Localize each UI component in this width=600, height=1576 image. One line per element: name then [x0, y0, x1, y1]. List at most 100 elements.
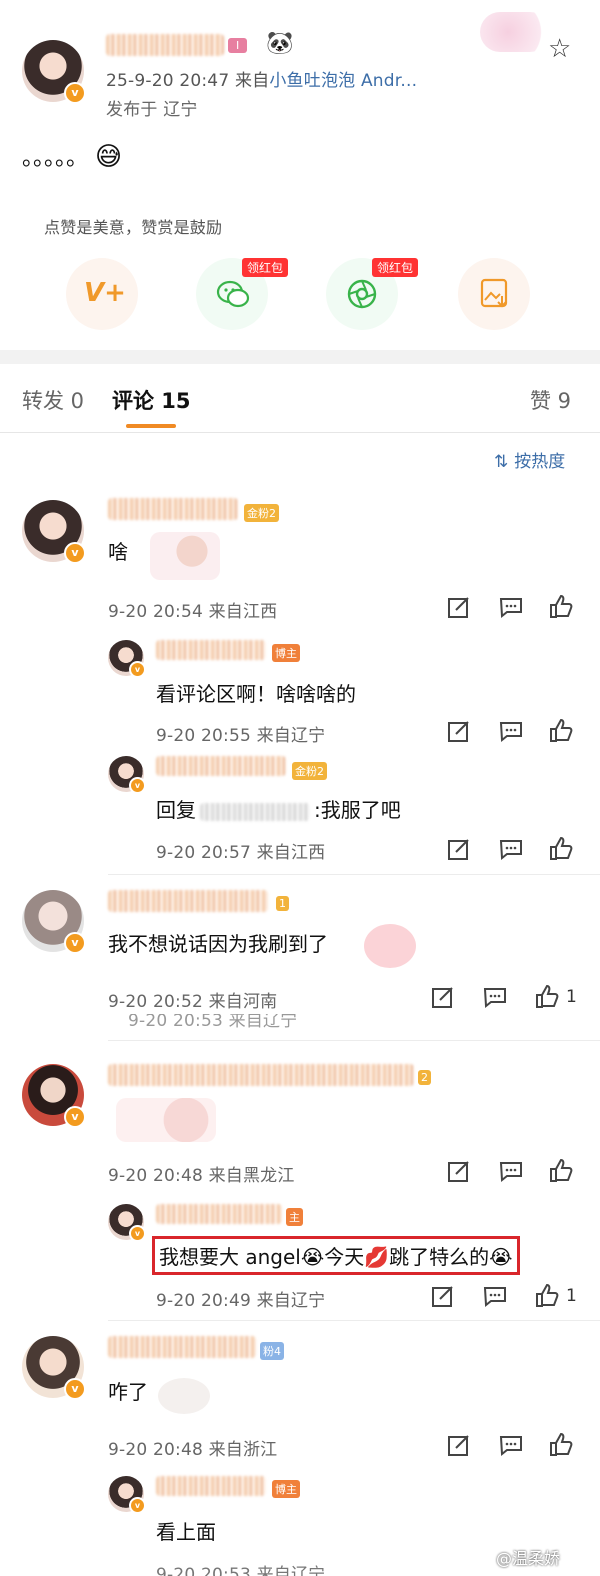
share-icon[interactable]	[446, 836, 472, 862]
post-author-avatar[interactable]: v	[22, 40, 86, 104]
reply-icon[interactable]	[498, 594, 524, 620]
reply-author-name[interactable]	[156, 640, 266, 660]
comment-divider	[108, 1040, 600, 1041]
verified-badge-icon: v	[64, 1106, 86, 1128]
reply-author-name[interactable]	[156, 756, 286, 776]
share-icon[interactable]	[446, 594, 472, 620]
reply-author-name[interactable]	[156, 1476, 266, 1496]
moments-aperture-icon	[347, 279, 377, 309]
pig-sticker	[364, 924, 416, 968]
like-icon[interactable]	[548, 594, 574, 620]
like-count: 1	[566, 1286, 577, 1306]
reply-avatar[interactable]: v	[108, 640, 146, 678]
red-packet-tag: 领红包	[372, 258, 419, 277]
red-packet-tag: 领红包	[242, 258, 289, 277]
reply-meta: 9-20 20:57 来自江西	[156, 843, 326, 863]
comment-text: 啥	[108, 540, 128, 564]
commenter-avatar[interactable]: v	[22, 500, 86, 564]
reply-avatar[interactable]: v	[108, 1476, 146, 1514]
source-link[interactable]: 小鱼吐泡泡 Andr...	[269, 71, 417, 91]
comment-meta: 9-20 20:54 来自江西	[108, 602, 278, 622]
reply-text: 回复:我服了吧	[156, 798, 401, 822]
blogger-tag: 博主	[272, 644, 300, 662]
share-icon[interactable]	[430, 1283, 456, 1309]
mentioned-user[interactable]	[200, 802, 310, 821]
commenter-avatar[interactable]: v	[22, 1064, 86, 1128]
verified-badge-icon: v	[129, 1225, 146, 1242]
lips-emoji: 💋	[364, 1245, 390, 1269]
comment-sticker	[158, 1378, 210, 1414]
comment-divider	[108, 1320, 600, 1321]
like-icon[interactable]	[534, 1283, 560, 1309]
vip-reward-button[interactable]: V+	[66, 258, 138, 330]
commenter-avatar[interactable]: v	[22, 890, 86, 954]
reply-icon[interactable]	[498, 836, 524, 862]
post-author-name[interactable]	[106, 34, 224, 56]
cropped-meta-row: 9-20 20:53 来自辽宁	[156, 1565, 326, 1576]
reply-author-name[interactable]	[156, 1204, 282, 1224]
comment-sticker	[150, 532, 220, 580]
sort-icon: ⇅	[494, 452, 509, 472]
reply-text: 看上面	[156, 1520, 216, 1544]
comment-meta: 9-20 20:52 来自河南	[108, 992, 278, 1012]
favorite-star-icon[interactable]: ☆	[548, 34, 571, 64]
post-location: 发布于 辽宁	[106, 100, 198, 120]
comment-text: 我不想说话因为我刷到了	[108, 932, 328, 956]
reply-icon[interactable]	[498, 1432, 524, 1458]
reply-text: 看评论区啊！啥啥啥的	[156, 682, 356, 706]
reward-hint: 点赞是美意，赞赏是鼓励	[44, 218, 223, 237]
crying-emoji: 😭	[300, 1245, 325, 1269]
commenter-name[interactable]	[108, 1336, 256, 1358]
fan-level-tag: 1	[276, 896, 289, 911]
tab-likes[interactable]: 赞 9	[530, 385, 571, 415]
fan-level-tag: 金粉2	[244, 504, 279, 522]
header-decoration	[480, 12, 550, 52]
reply-meta: 9-20 20:55 来自辽宁	[156, 726, 326, 746]
reply-icon[interactable]	[482, 1283, 508, 1309]
blogger-tag: 主	[286, 1208, 303, 1226]
comment-meta: 9-20 20:48 来自黑龙江	[108, 1166, 295, 1186]
highlighted-reply-text: 我想要大 angel😭今天💋跳了特么的😭	[152, 1236, 520, 1275]
tab-comments[interactable]: 评论 15	[112, 385, 191, 415]
commenter-name[interactable]	[108, 498, 238, 520]
save-image-button[interactable]	[458, 258, 530, 330]
sweat-smile-emoji: 😅	[95, 142, 123, 172]
share-icon[interactable]	[430, 984, 456, 1010]
cropped-meta-row: 9-20 20:53 来自辽宁	[128, 1014, 298, 1028]
tab-repost[interactable]: 转发 0	[22, 385, 84, 415]
verified-badge-icon: v	[64, 1378, 86, 1400]
commenter-name[interactable]	[108, 890, 268, 912]
crying-emoji: 😭	[489, 1245, 513, 1269]
fan-level-tag: 金粉2	[292, 762, 327, 780]
post-content: 。。。。。 😅	[22, 142, 123, 172]
section-divider	[0, 350, 600, 364]
reply-avatar[interactable]: v	[108, 1204, 146, 1242]
blogger-tag: 博主	[272, 1480, 300, 1498]
fan-level-tag: 粉4	[260, 1342, 284, 1360]
sort-button[interactable]: ⇅ 按热度	[494, 447, 565, 472]
reply-icon[interactable]	[482, 984, 508, 1010]
panda-icon: 🐼	[266, 31, 294, 56]
share-icon[interactable]	[446, 718, 472, 744]
like-icon[interactable]	[534, 984, 560, 1010]
vip-plus-icon: V+	[84, 278, 126, 308]
commenter-avatar[interactable]: v	[22, 1336, 86, 1400]
level-badge: I	[228, 38, 248, 53]
verified-badge-icon: v	[64, 542, 86, 564]
verified-badge-icon: v	[64, 82, 86, 104]
reply-avatar[interactable]: v	[108, 756, 146, 794]
like-icon[interactable]	[548, 836, 574, 862]
share-icon[interactable]	[446, 1432, 472, 1458]
like-icon[interactable]	[548, 718, 574, 744]
like-icon[interactable]	[548, 1158, 574, 1184]
reply-icon[interactable]	[498, 718, 524, 744]
reply-meta: 9-20 20:49 来自辽宁	[156, 1291, 326, 1311]
fan-level-tag: 2	[418, 1070, 431, 1085]
commenter-name[interactable]	[108, 1064, 414, 1086]
post-time-source: 25-9-20 20:47 来自小鱼吐泡泡 Andr...	[106, 71, 418, 91]
like-icon[interactable]	[548, 1432, 574, 1458]
like-count: 1	[566, 987, 577, 1007]
verified-badge-icon: v	[129, 1497, 146, 1514]
reply-icon[interactable]	[498, 1158, 524, 1184]
share-icon[interactable]	[446, 1158, 472, 1184]
